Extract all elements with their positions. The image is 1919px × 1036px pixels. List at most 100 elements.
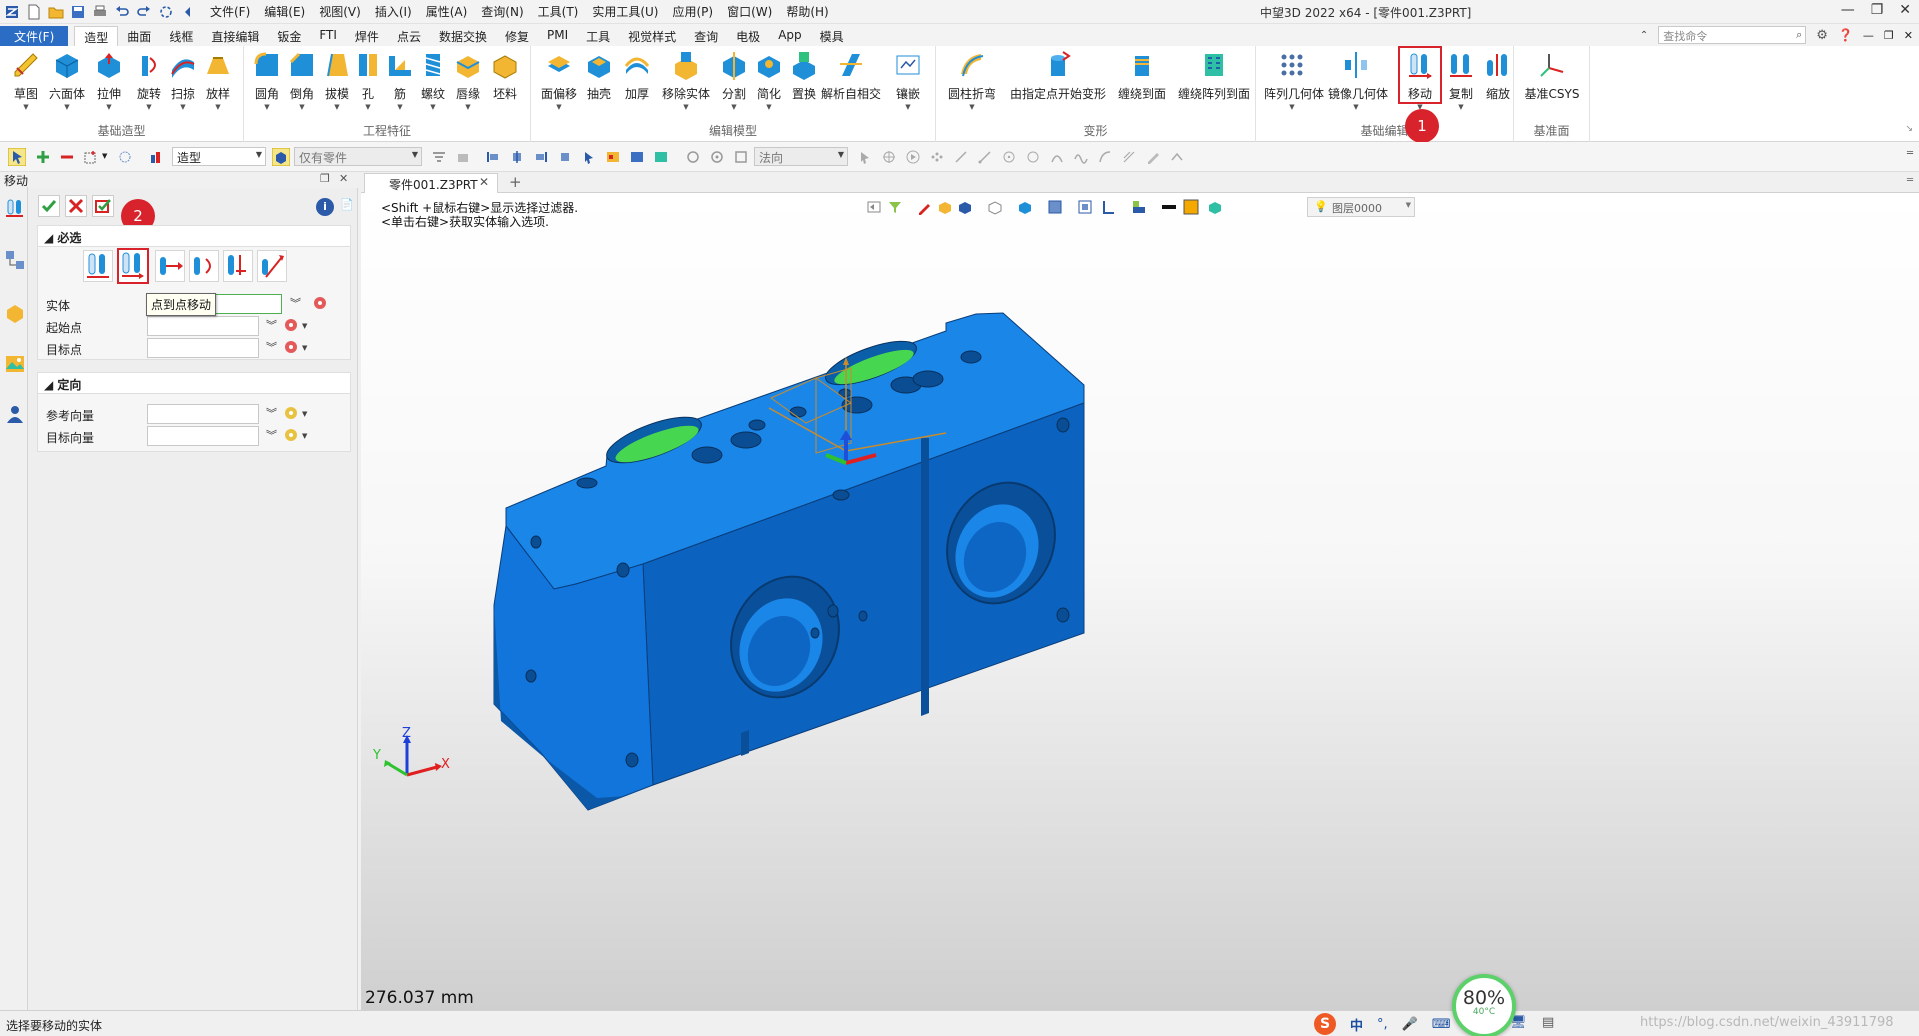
panel-pin-icon[interactable]: 📄: [340, 198, 354, 211]
view-manager-icon[interactable]: [654, 150, 668, 164]
extrude-button[interactable]: 拉伸 ▼: [89, 50, 129, 112]
file-tab[interactable]: 文件(F): [0, 26, 69, 46]
sweep-button[interactable]: 扫掠 ▼: [163, 50, 203, 112]
tab-weldment[interactable]: 焊件: [346, 26, 388, 46]
menu-query[interactable]: 查询(N): [481, 3, 523, 20]
menu-attribute[interactable]: 属性(A): [426, 3, 468, 20]
collapse-ribbon-icon[interactable]: ⌃: [1640, 30, 1648, 41]
pick-arrow-icon[interactable]: [582, 150, 596, 164]
wrap-pattern-to-face-button[interactable]: 缠绕阵列到面: [1176, 50, 1252, 112]
dropdown-arrow-icon[interactable]: ▼: [302, 322, 307, 330]
new-tab-icon[interactable]: +: [509, 173, 522, 191]
simplify-button[interactable]: 简化 ▼: [749, 50, 789, 112]
tab-repair[interactable]: 修复: [496, 26, 538, 46]
dropdown-arrow-icon[interactable]: ▼: [102, 152, 107, 160]
direction-select[interactable]: 法向 ▼: [754, 147, 848, 166]
history-tree-icon[interactable]: [4, 249, 26, 271]
box-button[interactable]: 六面体 ▼: [47, 50, 87, 112]
select-pointer-icon[interactable]: [8, 148, 26, 166]
info-icon[interactable]: i: [316, 198, 334, 216]
document-tab[interactable]: 零件001.Z3PRT ✕: [364, 173, 498, 193]
tab-inquire[interactable]: 查询: [685, 26, 727, 46]
menu-edit[interactable]: 编辑(E): [264, 3, 305, 20]
thread-button[interactable]: 螺纹 ▼: [413, 50, 453, 112]
tab-electrode[interactable]: 电极: [727, 26, 769, 46]
tab-direct-edit[interactable]: 直接编辑: [202, 26, 268, 46]
dropdown-arrow-icon[interactable]: ▼: [302, 344, 307, 352]
undo-icon[interactable]: [114, 4, 130, 20]
apply-button[interactable]: [92, 195, 114, 217]
spline-icon[interactable]: [1074, 150, 1088, 164]
clear-filter-icon[interactable]: [456, 150, 470, 164]
search-icon[interactable]: ⌕: [1796, 28, 1802, 42]
pattern-points-icon[interactable]: [1170, 150, 1184, 164]
new-file-icon[interactable]: [26, 4, 42, 20]
redo-icon[interactable]: [136, 4, 152, 20]
sketch-button[interactable]: 草图 ▼: [6, 50, 46, 112]
tab-fti[interactable]: FTI: [310, 26, 346, 46]
box-select-icon[interactable]: [84, 150, 98, 164]
snap-point-icon[interactable]: [710, 150, 724, 164]
menu-window[interactable]: 窗口(W): [727, 3, 772, 20]
menu-tools[interactable]: 工具(T): [538, 3, 579, 20]
menu-help[interactable]: 帮助(H): [786, 3, 828, 20]
doc-restore-icon[interactable]: ❐: [1884, 29, 1894, 42]
line-icon[interactable]: [954, 150, 968, 164]
chamfer-button[interactable]: 倒角 ▼: [282, 50, 322, 112]
part-scope-icon[interactable]: [272, 148, 290, 166]
ok-button[interactable]: [38, 195, 60, 217]
snap-square-icon[interactable]: [734, 150, 748, 164]
restore-icon[interactable]: ❐: [1871, 2, 1884, 18]
crosshair-icon[interactable]: [882, 150, 896, 164]
datum-csys-button[interactable]: 基准CSYS: [1520, 50, 1584, 112]
dropdown-arrow-icon[interactable]: ▼: [302, 410, 307, 418]
tab-surface[interactable]: 曲面: [118, 26, 160, 46]
move-along-path-button[interactable]: [257, 250, 287, 282]
toolbar-overflow-icon[interactable]: ═: [1907, 148, 1913, 159]
snap-icon[interactable]: [686, 150, 700, 164]
expand-chevron-icon[interactable]: ︾: [266, 405, 277, 421]
menu-view[interactable]: 视图(V): [319, 3, 361, 20]
filter-icon[interactable]: [150, 150, 164, 164]
emboss-button[interactable]: 镶嵌 ▼: [888, 50, 928, 112]
color-palette-icon[interactable]: [606, 150, 620, 164]
close-icon[interactable]: ✕: [1899, 2, 1911, 18]
visual-manager-icon[interactable]: [4, 353, 26, 375]
ref-vector-pick-icon[interactable]: [284, 406, 298, 420]
remove-icon[interactable]: [60, 150, 74, 164]
move-mode-dynamic-button[interactable]: [83, 250, 113, 282]
offset-line-icon[interactable]: [1122, 150, 1136, 164]
back-arrow-icon[interactable]: [180, 4, 196, 20]
target-point-field[interactable]: [147, 338, 259, 358]
tab-app[interactable]: App: [769, 26, 810, 46]
ime-punctuation-icon[interactable]: °,: [1377, 1017, 1388, 1032]
lasso-select-icon[interactable]: [118, 150, 132, 164]
play-icon[interactable]: [906, 150, 920, 164]
move-tool-icon[interactable]: [4, 197, 26, 219]
rotate-around-direction-button[interactable]: [189, 250, 219, 282]
resolve-self-intersect-button[interactable]: 解析自相交: [820, 50, 882, 112]
expand-chevron-icon[interactable]: ︾: [266, 427, 277, 443]
tab-tools[interactable]: 工具: [577, 26, 619, 46]
sogou-ime-icon[interactable]: S: [1314, 1013, 1336, 1035]
loft-button[interactable]: 放样 ▼: [198, 50, 238, 112]
print-icon[interactable]: [92, 4, 108, 20]
entity-pick-icon[interactable]: [313, 296, 327, 310]
target-vector-field[interactable]: [147, 426, 259, 446]
user-icon[interactable]: [4, 403, 26, 425]
scope-select[interactable]: 仅有零件 ▼: [294, 147, 422, 166]
tab-modeling[interactable]: 造型: [74, 26, 119, 46]
align-top-icon[interactable]: [558, 150, 572, 164]
stock-button[interactable]: 坯料: [485, 50, 525, 112]
ime-keyboard-icon[interactable]: ⌨: [1432, 1017, 1451, 1032]
save-icon[interactable]: [70, 4, 86, 20]
cylinder-bend-button[interactable]: 圆柱折弯 ▼: [944, 50, 1000, 112]
panel-restore-icon[interactable]: ❐: [320, 172, 330, 185]
arc2-icon[interactable]: [1098, 150, 1112, 164]
doc-minimize-icon[interactable]: —: [1863, 29, 1874, 42]
dropdown-arrow-icon[interactable]: ▼: [302, 432, 307, 440]
fillet-button[interactable]: 圆角 ▼: [247, 50, 287, 112]
panel-toggle-icon[interactable]: ▤: [1542, 1015, 1554, 1030]
lip-button[interactable]: 唇缘 ▼: [448, 50, 488, 112]
regen-icon[interactable]: [158, 4, 174, 20]
